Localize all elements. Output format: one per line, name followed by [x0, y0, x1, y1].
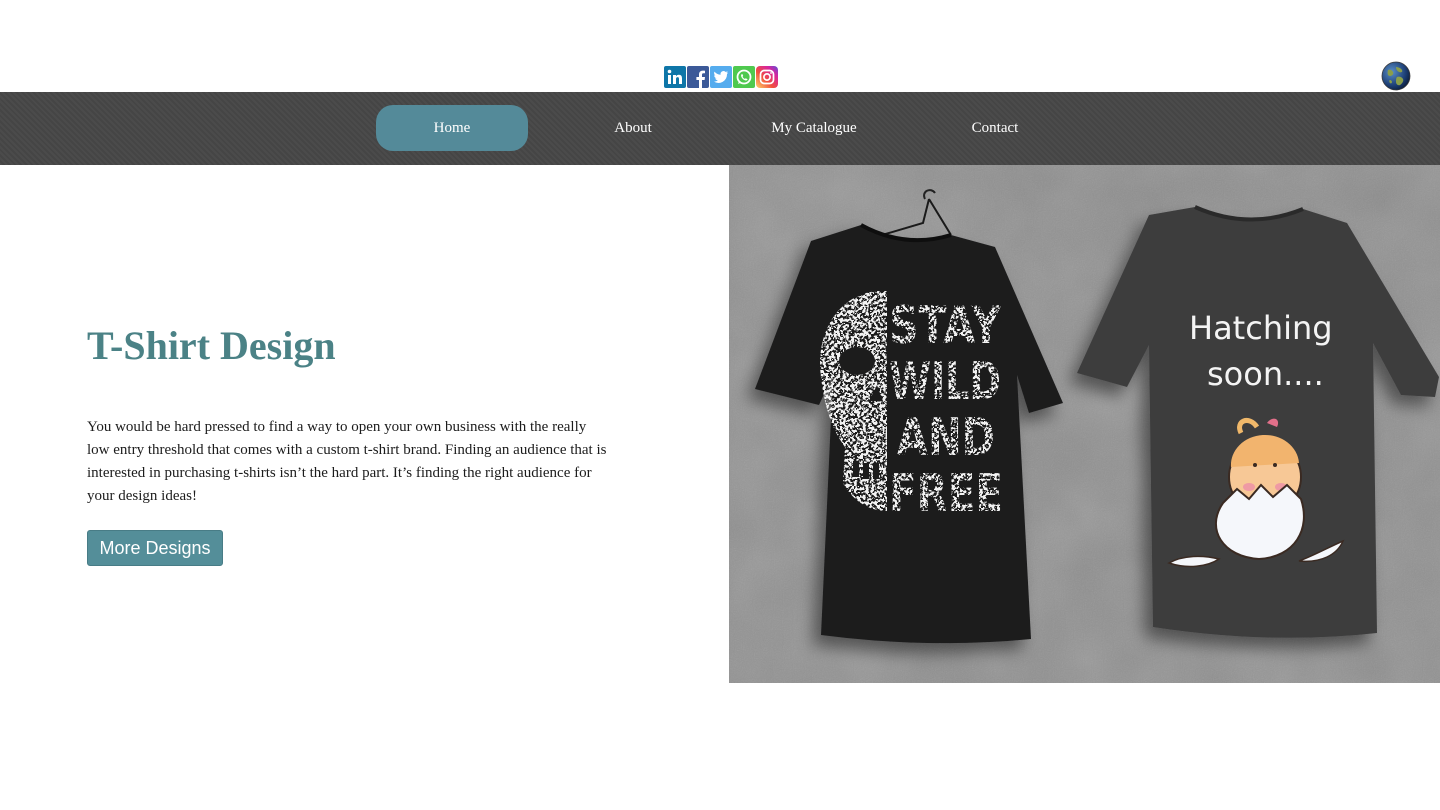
- facebook-icon[interactable]: [687, 66, 709, 88]
- shirt-text-line: Hatching: [1189, 309, 1333, 347]
- nav-item-contact[interactable]: Contact: [919, 105, 1071, 151]
- more-designs-button[interactable]: More Designs: [87, 530, 223, 566]
- hero-tshirt-image: STAY WILD AND FREE Hatching soon....: [729, 165, 1440, 683]
- hero-description: You would be hard pressed to find a way …: [87, 419, 607, 504]
- linkedin-icon[interactable]: [664, 66, 686, 88]
- whatsapp-icon[interactable]: [733, 66, 755, 88]
- shirt-text-line: AND: [897, 408, 995, 468]
- shirt-text-line: WILD: [889, 352, 1001, 412]
- main-navbar: Home About My Catalogue Contact: [0, 92, 1440, 165]
- shirt-text-line: soon....: [1207, 355, 1324, 393]
- globe-icon[interactable]: [1381, 61, 1411, 91]
- instagram-icon[interactable]: [756, 66, 778, 88]
- shirt-text-line: STAY: [889, 296, 1002, 356]
- hero-title: T-Shirt Design: [87, 323, 336, 368]
- nav-item-home[interactable]: Home: [376, 105, 528, 151]
- twitter-icon[interactable]: [710, 66, 732, 88]
- shirt-text-line: FREE: [889, 464, 1003, 524]
- nav-item-about[interactable]: About: [557, 105, 709, 151]
- nav-item-my-catalogue[interactable]: My Catalogue: [738, 105, 890, 151]
- social-bar: [664, 66, 778, 88]
